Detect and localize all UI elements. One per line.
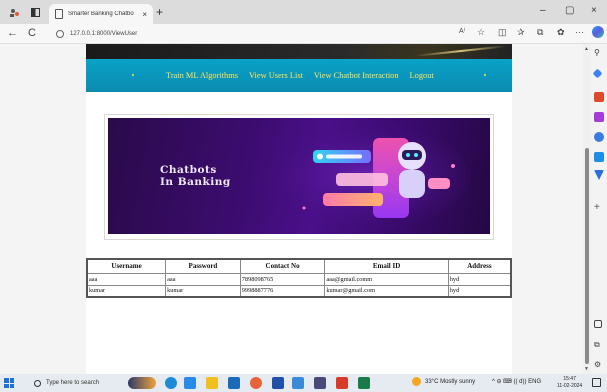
split-screen-icon[interactable]: ◫ bbox=[498, 27, 507, 38]
address-bar-row: ← C 127.0.0.1:8000/ViewUser A⁾ ☆ ◫ ✰ ⧉ ✿… bbox=[0, 24, 607, 44]
tab-title: Smarter Banking Chatbo bbox=[68, 11, 134, 17]
search-icon bbox=[34, 379, 41, 387]
profile-icon[interactable] bbox=[6, 4, 22, 20]
tab-close-icon[interactable]: × bbox=[142, 10, 147, 19]
header-password: Password bbox=[165, 258, 241, 274]
windows-taskbar: Type here to search 33°C Mostly sunny ^ … bbox=[0, 374, 607, 392]
notifications-icon[interactable] bbox=[592, 378, 601, 387]
main-navbar: Train ML Algorithms View Users List View… bbox=[86, 59, 512, 92]
more-menu-button[interactable]: ··· bbox=[575, 27, 584, 37]
page-icon bbox=[55, 9, 63, 19]
widgets-app-icon[interactable] bbox=[128, 377, 156, 389]
split-view-icon[interactable] bbox=[594, 320, 602, 328]
page-scrollbar[interactable]: ▲ ▼ bbox=[583, 44, 591, 374]
cell-address: hyd bbox=[447, 272, 512, 286]
tab-actions-icon[interactable] bbox=[27, 4, 43, 20]
windows-start-icon[interactable] bbox=[4, 378, 14, 388]
nav-view-chatbot-interaction[interactable]: View Chatbot Interaction bbox=[314, 71, 399, 80]
url-text: 127.0.0.1:8000/ViewUser bbox=[70, 31, 138, 37]
read-aloud-icon[interactable]: A⁾ bbox=[459, 27, 465, 35]
favorites-icon[interactable]: ✰ bbox=[517, 27, 525, 38]
url-field[interactable]: 127.0.0.1:8000/ViewUser bbox=[56, 27, 137, 41]
header-banner bbox=[86, 44, 512, 59]
word-app-icon[interactable] bbox=[272, 377, 284, 389]
cell-password: aaa bbox=[165, 272, 241, 286]
taskbar-search-placeholder: Type here to search bbox=[46, 380, 100, 386]
sun-icon bbox=[412, 377, 421, 386]
taskbar-clock[interactable]: 15:47 11-02-2024 bbox=[557, 376, 582, 389]
mail-app-icon[interactable] bbox=[228, 377, 240, 389]
clock-date: 11-02-2024 bbox=[557, 382, 583, 389]
nav-train-ml-algorithms[interactable]: Train ML Algorithms bbox=[166, 71, 238, 80]
copilot-icon[interactable] bbox=[592, 26, 604, 38]
scroll-down-icon[interactable]: ▼ bbox=[584, 366, 589, 372]
cell-password: kumar bbox=[165, 284, 241, 298]
header-email-id: Email ID bbox=[324, 258, 449, 274]
file-explorer-icon[interactable] bbox=[206, 377, 218, 389]
taskbar-search-box[interactable]: Type here to search bbox=[34, 376, 118, 390]
edge-app-icon[interactable] bbox=[165, 377, 177, 389]
weather-widget[interactable]: 33°C Mostly sunny bbox=[412, 377, 475, 386]
hero-image: Chatbots In Banking bbox=[108, 118, 490, 234]
banner-streak bbox=[416, 45, 506, 57]
cell-email-id: kumar@gmail.com bbox=[324, 284, 449, 298]
close-window-button[interactable]: × bbox=[591, 5, 597, 16]
back-button[interactable]: ← bbox=[7, 27, 18, 39]
table-row: aaa aaa 7898098765 aaa@gmail.comm hyd bbox=[86, 272, 512, 286]
cell-email-id: aaa@gmail.comm bbox=[324, 272, 449, 286]
edge-sidebar: ⚲ + ⧉ ⚙ bbox=[591, 44, 607, 374]
games-icon[interactable] bbox=[594, 132, 604, 142]
external-link-icon[interactable]: ⧉ bbox=[594, 340, 604, 350]
table-row: kumar kumar 9998887776 kumar@gmail.com h… bbox=[86, 284, 512, 298]
favorite-star-icon[interactable]: ☆ bbox=[477, 27, 485, 38]
refresh-button[interactable]: C bbox=[28, 27, 36, 39]
settings-gear-icon[interactable]: ⚙ bbox=[594, 360, 604, 370]
python-app-icon[interactable] bbox=[292, 377, 304, 389]
nav-dot bbox=[132, 74, 134, 76]
chrome-app-icon[interactable] bbox=[250, 377, 262, 389]
users-table: Username Password Contact No Email ID Ad… bbox=[86, 258, 512, 298]
maximize-button[interactable]: ▢ bbox=[565, 5, 574, 16]
cell-username: kumar bbox=[86, 284, 167, 298]
page-content: Train ML Algorithms View Users List View… bbox=[86, 44, 512, 374]
table-header-row: Username Password Contact No Email ID Ad… bbox=[86, 258, 512, 274]
header-username: Username bbox=[86, 258, 167, 274]
active-tab[interactable]: Smarter Banking Chatbo × bbox=[49, 4, 153, 24]
nav-dot bbox=[484, 74, 486, 76]
header-address: Address bbox=[447, 258, 512, 274]
cell-contact-no: 9998887776 bbox=[239, 284, 326, 298]
info-icon[interactable] bbox=[56, 30, 64, 38]
tools-icon[interactable] bbox=[594, 112, 604, 122]
nav-logout[interactable]: Logout bbox=[410, 71, 434, 80]
calendar-app-icon[interactable] bbox=[184, 377, 196, 389]
cell-address: hyd bbox=[447, 284, 512, 298]
minimize-button[interactable]: – bbox=[540, 5, 546, 16]
drop-icon[interactable] bbox=[594, 170, 604, 180]
system-tray[interactable]: ^ ⊖ ⌨ (( d)) ENG bbox=[492, 378, 541, 385]
outlook-icon[interactable] bbox=[594, 152, 604, 162]
scroll-thumb[interactable] bbox=[585, 148, 589, 364]
new-tab-button[interactable]: + bbox=[156, 5, 163, 19]
cell-username: aaa bbox=[86, 272, 167, 286]
cell-contact-no: 7898098765 bbox=[239, 272, 326, 286]
app-icon-red[interactable] bbox=[336, 377, 348, 389]
discover-icon[interactable] bbox=[592, 68, 603, 79]
search-icon[interactable]: ⚲ bbox=[594, 48, 604, 58]
header-contact-no: Contact No bbox=[239, 258, 326, 274]
browser-tab-bar: Smarter Banking Chatbo × + – ▢ × bbox=[0, 0, 607, 24]
collections-icon[interactable]: ⧉ bbox=[537, 27, 543, 38]
shopping-icon[interactable] bbox=[594, 92, 604, 102]
nav-view-users-list[interactable]: View Users List bbox=[249, 71, 303, 80]
weather-text: 33°C Mostly sunny bbox=[425, 378, 476, 385]
add-sidebar-icon[interactable]: + bbox=[594, 202, 604, 213]
scroll-up-icon[interactable]: ▲ bbox=[584, 46, 589, 52]
app-icon-green[interactable] bbox=[358, 377, 370, 389]
hero-title: Chatbots In Banking bbox=[160, 164, 231, 188]
terminal-app-icon[interactable] bbox=[314, 377, 326, 389]
extensions-icon[interactable]: ✿ bbox=[557, 27, 565, 38]
